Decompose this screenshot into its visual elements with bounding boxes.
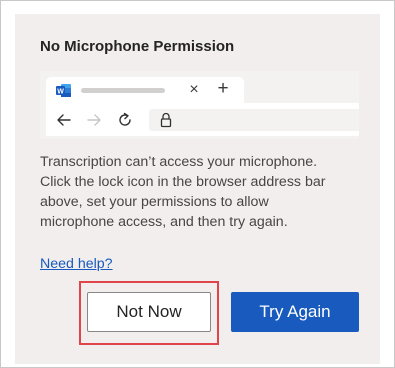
refresh-icon — [119, 112, 131, 126]
tab-title-placeholder — [81, 88, 165, 93]
message-line: microphone access, and then try again. — [40, 214, 288, 230]
not-now-button[interactable]: Not Now — [87, 292, 211, 332]
message-line: Click the lock icon in the browser addre… — [40, 174, 326, 190]
browser-toolbar — [46, 103, 359, 136]
plus-icon: + — [217, 78, 229, 99]
address-bar — [149, 109, 359, 131]
word-app-icon-letter: W — [57, 88, 64, 95]
browser-illustration: W × + — [40, 71, 359, 139]
back-arrow-icon — [57, 114, 71, 126]
message-line: Transcription can’t access your micropho… — [40, 154, 318, 170]
close-icon: × — [189, 81, 199, 98]
need-help-link[interactable]: Need help? — [40, 256, 113, 272]
forward-arrow-icon — [87, 114, 101, 126]
lock-icon — [160, 112, 172, 128]
word-app-icon: W — [56, 84, 71, 97]
dialog-title: No Microphone Permission — [40, 38, 235, 55]
try-again-button[interactable]: Try Again — [231, 292, 359, 332]
message-line: above, set your permissions to allow — [40, 194, 269, 210]
dialog-message: Transcription can’t access your micropho… — [40, 152, 370, 232]
